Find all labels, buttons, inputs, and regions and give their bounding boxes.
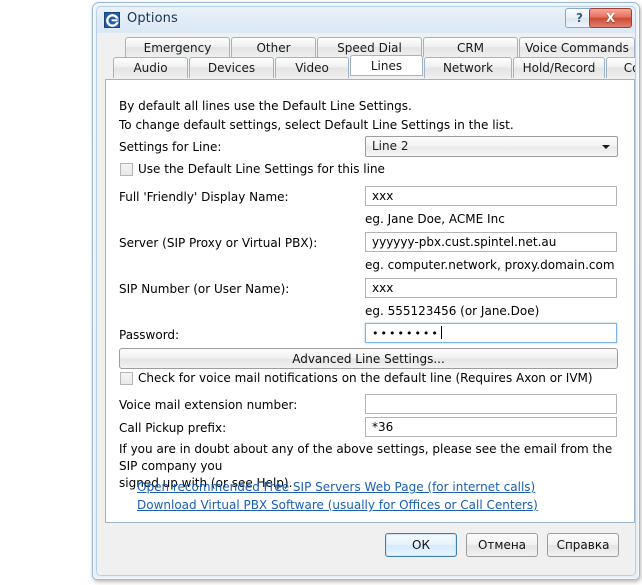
settings-for-line-label: Settings for Line:	[119, 140, 222, 154]
virtual-pbx-download-link[interactable]: Download Virtual PBX Software (usually f…	[137, 498, 538, 512]
sip-number-hint: eg. 555123456 (or Jane.Doe)	[365, 304, 540, 318]
app-logo-icon	[104, 12, 120, 28]
tab-audio[interactable]: Audio	[113, 57, 188, 78]
text-caret	[440, 326, 442, 339]
password-value: ••••••••	[372, 327, 440, 340]
tab-emergency[interactable]: Emergency	[125, 37, 230, 57]
tab-video[interactable]: Video	[275, 57, 349, 78]
tab-strip: Emergency Other Speed Dial CRM Voice Com…	[105, 37, 635, 85]
display-name-input[interactable]: xxx	[365, 186, 617, 206]
chevron-down-icon	[602, 145, 610, 149]
use-default-line-settings-label: Use the Default Line Settings for this l…	[138, 162, 385, 176]
call-pickup-prefix-label: Call Pickup prefix:	[119, 421, 227, 435]
tab-hold-record[interactable]: Hold/Record	[513, 57, 605, 78]
password-label: Password:	[119, 328, 180, 342]
display-name-label: Full 'Friendly' Display Name:	[119, 190, 289, 204]
window-inner-frame: Options ? X Emergency Other Speed Dial C…	[96, 6, 636, 576]
window-title: Options	[127, 11, 178, 26]
server-label: Server (SIP Proxy or Virtual PBX):	[119, 236, 318, 250]
voicemail-extension-input[interactable]	[365, 394, 617, 414]
settings-for-line-select[interactable]: Line 2	[365, 136, 618, 157]
dialog-footer: ОК Отмена Справка	[97, 521, 635, 575]
tab-other[interactable]: Other	[231, 37, 316, 57]
intro-line-1: By default all lines use the Default Lin…	[119, 99, 412, 113]
voicemail-notifications-checkbox[interactable]	[120, 372, 133, 385]
advanced-line-settings-button[interactable]: Advanced Line Settings...	[119, 348, 618, 369]
tab-row-lower: Audio Devices Video Lines Network Hold/R…	[105, 55, 635, 79]
title-bar[interactable]: Options ? X	[97, 7, 635, 33]
server-hint: eg. computer.network, proxy.domain.com	[365, 258, 615, 272]
password-input[interactable]: ••••••••	[365, 323, 617, 343]
voicemail-extension-label: Voice mail extension number:	[119, 398, 298, 412]
tab-speed-dial[interactable]: Speed Dial	[317, 37, 422, 57]
tab-crm[interactable]: CRM	[423, 37, 518, 57]
sip-number-label: SIP Number (or User Name):	[119, 282, 290, 296]
ok-button[interactable]: ОК	[385, 533, 457, 557]
settings-for-line-value: Line 2	[372, 139, 409, 153]
voicemail-notifications-label: Check for voice mail notifications on th…	[138, 371, 593, 385]
tab-voice-commands[interactable]: Voice Commands	[519, 37, 635, 57]
options-dialog-window: Options ? X Emergency Other Speed Dial C…	[92, 2, 640, 580]
help-button-footer[interactable]: Справка	[547, 533, 619, 557]
call-pickup-prefix-value: *36	[372, 420, 394, 434]
sip-number-value: xxx	[372, 281, 394, 295]
tab-control[interactable]: Control	[606, 57, 635, 78]
display-name-hint: eg. Jane Doe, ACME Inc	[365, 212, 505, 226]
tab-devices[interactable]: Devices	[189, 57, 274, 78]
cancel-button[interactable]: Отмена	[466, 533, 538, 557]
intro-line-2: To change default settings, select Defau…	[119, 118, 514, 132]
free-sip-servers-link[interactable]: Open recommended Free SIP Servers Web Pa…	[137, 480, 535, 494]
use-default-line-settings-checkbox[interactable]	[120, 163, 133, 176]
display-name-value: xxx	[372, 189, 394, 203]
tab-network[interactable]: Network	[424, 57, 512, 78]
server-value: yyyyyy-pbx.cust.spintel.net.au	[372, 235, 557, 249]
tab-lines[interactable]: Lines	[350, 55, 423, 76]
lines-tab-panel: By default all lines use the Default Lin…	[105, 79, 635, 523]
call-pickup-prefix-input[interactable]: *36	[365, 417, 617, 437]
sip-number-input[interactable]: xxx	[365, 278, 617, 298]
server-input[interactable]: yyyyyy-pbx.cust.spintel.net.au	[365, 232, 617, 252]
close-button[interactable]: X	[589, 8, 632, 28]
doubt-text-line-1: If you are in doubt about any of the abo…	[119, 442, 613, 473]
